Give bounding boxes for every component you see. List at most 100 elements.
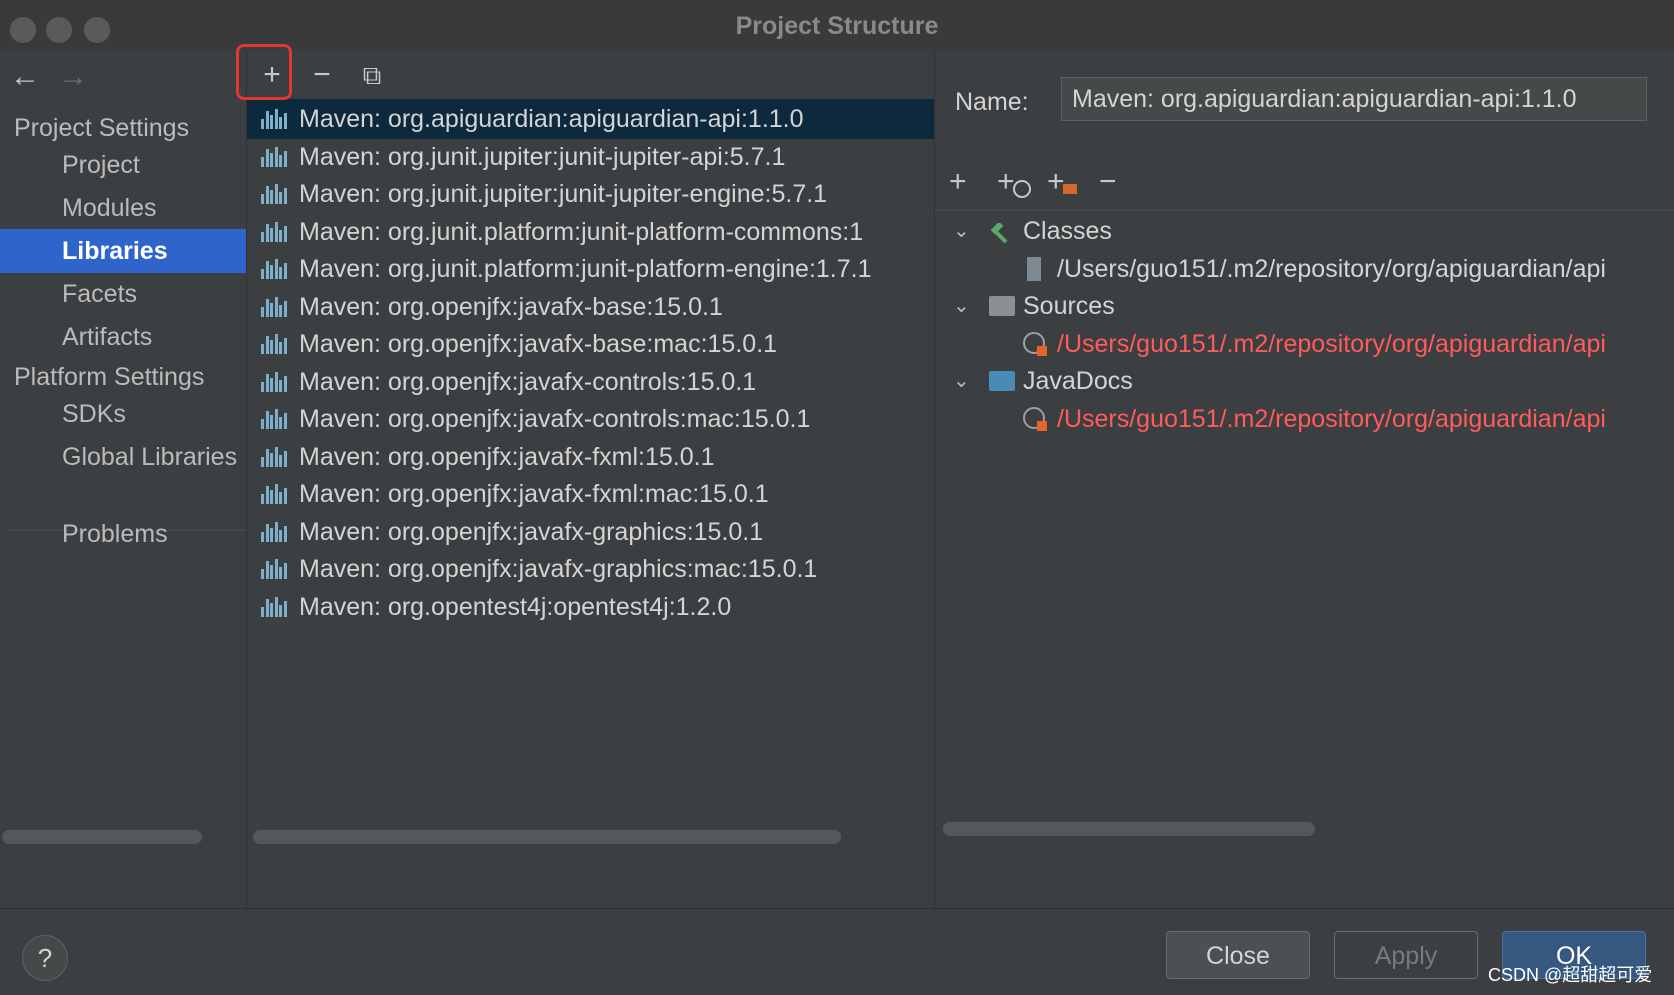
hammer-icon bbox=[987, 219, 1011, 244]
library-name: Maven: org.opentest4j:opentest4j:1.2.0 bbox=[299, 592, 732, 621]
sidebar-item-label: SDKs bbox=[62, 400, 126, 428]
settings-sidebar: ← → Project Settings Project Modules Lib… bbox=[0, 50, 247, 908]
jar-icon bbox=[1027, 257, 1041, 281]
chevron-down-icon[interactable]: ⌄ bbox=[953, 361, 970, 401]
library-row[interactable]: Maven: org.openjfx:javafx-fxml:15.0.1 bbox=[247, 437, 934, 477]
library-row[interactable]: Maven: org.openjfx:javafx-base:mac:15.0.… bbox=[247, 324, 934, 364]
tree-leaf-javadocs-path[interactable]: /Users/guo151/.m2/repository/org/apiguar… bbox=[935, 399, 1674, 439]
group-platform-settings: Platform Settings bbox=[14, 363, 205, 391]
sidebar-item-label: Project bbox=[62, 151, 140, 179]
library-icon bbox=[261, 521, 287, 542]
sidebar-item-global-libraries[interactable]: Global Libraries bbox=[0, 435, 246, 479]
library-row[interactable]: Maven: org.openjfx:javafx-controls:mac:1… bbox=[247, 399, 934, 439]
minus-icon: − bbox=[313, 58, 331, 91]
dialog-button-bar: ? Close Apply OK CSDN @超甜超可爱 bbox=[0, 908, 1674, 995]
add-url-button[interactable]: + bbox=[997, 162, 1031, 202]
close-button[interactable]: Close bbox=[1166, 931, 1310, 979]
sidebar-item-label: Artifacts bbox=[62, 323, 153, 351]
attach-icon bbox=[1063, 184, 1077, 194]
group-project-settings: Project Settings bbox=[14, 114, 190, 142]
tree-node-classes[interactable]: ⌄ Classes bbox=[935, 211, 1674, 251]
tree-leaf-sources-path[interactable]: /Users/guo151/.m2/repository/org/apiguar… bbox=[935, 324, 1674, 364]
watermark: CSDN @超甜超可爱 bbox=[1488, 965, 1653, 985]
library-detail-panel: Name: + + + − ⌄ Classes /Users/guo151/.m… bbox=[935, 50, 1674, 908]
sidebar-item-label: Libraries bbox=[62, 237, 168, 265]
window-title: Project Structure bbox=[735, 12, 939, 40]
sidebar-item-modules[interactable]: Modules bbox=[0, 186, 246, 230]
library-row[interactable]: Maven: org.opentest4j:opentest4j:1.2.0 bbox=[247, 587, 934, 627]
javadocs-path: /Users/guo151/.m2/repository/org/apiguar… bbox=[1057, 405, 1606, 433]
tree-node-label: Sources bbox=[1023, 292, 1115, 320]
library-icon bbox=[261, 221, 287, 242]
library-name-field[interactable] bbox=[1061, 77, 1647, 121]
sidebar-item-artifacts[interactable]: Artifacts bbox=[0, 315, 246, 359]
library-row[interactable]: Maven: org.openjfx:javafx-graphics:15.0.… bbox=[247, 512, 934, 552]
library-icon bbox=[261, 371, 287, 392]
help-button[interactable]: ? bbox=[22, 935, 68, 981]
library-icon bbox=[261, 446, 287, 467]
tree-leaf-classes-path[interactable]: /Users/guo151/.m2/repository/org/apiguar… bbox=[935, 249, 1674, 289]
library-row[interactable]: Maven: org.openjfx:javafx-controls:15.0.… bbox=[247, 362, 934, 402]
library-row[interactable]: Maven: org.junit.platform:junit-platform… bbox=[247, 249, 934, 289]
folder-icon bbox=[989, 296, 1015, 316]
tree-node-javadocs[interactable]: ⌄ JavaDocs bbox=[935, 361, 1674, 401]
apply-button[interactable]: Apply bbox=[1334, 931, 1478, 979]
library-icon bbox=[261, 484, 287, 504]
sidebar-scrollbar[interactable] bbox=[2, 830, 202, 844]
plus-icon: + bbox=[997, 165, 1015, 198]
library-name: Maven: org.junit.jupiter:junit-jupiter-e… bbox=[299, 180, 828, 208]
library-name: Maven: org.openjfx:javafx-base:15.0.1 bbox=[299, 292, 723, 321]
libraries-scrollbar[interactable] bbox=[253, 830, 841, 844]
error-badge-icon bbox=[1037, 421, 1047, 431]
sidebar-item-label: Modules bbox=[62, 194, 157, 222]
library-row[interactable]: Maven: org.openjfx:javafx-graphics:mac:1… bbox=[247, 549, 934, 589]
library-icon bbox=[261, 184, 287, 204]
library-name: Maven: org.openjfx:javafx-fxml:mac:15.0.… bbox=[299, 480, 769, 508]
library-name: Maven: org.junit.platform:junit-platform… bbox=[299, 255, 872, 283]
tree-node-label: JavaDocs bbox=[1023, 367, 1133, 395]
sidebar-item-libraries[interactable]: Libraries bbox=[0, 229, 246, 273]
remove-library-button[interactable]: − bbox=[297, 50, 347, 100]
error-badge-icon bbox=[1037, 346, 1047, 356]
library-icon bbox=[261, 559, 287, 579]
libraries-panel: + − ⧉ Maven: org.apiguardian:apiguardian… bbox=[247, 50, 935, 908]
sidebar-item-sdks[interactable]: SDKs bbox=[0, 392, 246, 436]
chevron-down-icon[interactable]: ⌄ bbox=[953, 211, 970, 251]
library-row[interactable]: Maven: org.junit.jupiter:junit-jupiter-e… bbox=[247, 174, 934, 214]
library-icon bbox=[261, 409, 287, 429]
library-icon bbox=[261, 146, 287, 167]
sidebar-item-project[interactable]: Project bbox=[0, 143, 246, 187]
chevron-down-icon[interactable]: ⌄ bbox=[953, 286, 970, 326]
sidebar-item-label: Global Libraries bbox=[62, 443, 238, 471]
tree-node-label: Classes bbox=[1023, 217, 1112, 245]
library-name: Maven: org.openjfx:javafx-graphics:mac:1… bbox=[299, 555, 818, 583]
sidebar-item-facets[interactable]: Facets bbox=[0, 272, 246, 316]
arrow-left-icon[interactable]: ← bbox=[10, 62, 40, 92]
library-row[interactable]: Maven: org.junit.jupiter:junit-jupiter-a… bbox=[247, 137, 934, 177]
add-button-highlight bbox=[236, 44, 292, 100]
library-name: Maven: org.apiguardian:apiguardian-api:1… bbox=[299, 105, 804, 133]
sidebar-item-label: Facets bbox=[62, 280, 138, 308]
arrow-right-icon[interactable]: → bbox=[58, 62, 88, 92]
library-name: Maven: org.openjfx:javafx-controls:mac:1… bbox=[299, 405, 811, 433]
add-root-button[interactable]: + bbox=[949, 162, 967, 202]
library-name: Maven: org.junit.jupiter:junit-jupiter-a… bbox=[299, 142, 786, 171]
javadoc-folder-icon bbox=[989, 371, 1015, 391]
library-name: Maven: org.openjfx:javafx-base:mac:15.0.… bbox=[299, 330, 778, 358]
library-icon bbox=[261, 109, 287, 129]
library-name: Maven: org.junit.platform:junit-platform… bbox=[299, 217, 864, 246]
sidebar-item-problems[interactable]: Problems bbox=[0, 512, 246, 556]
library-name: Maven: org.openjfx:javafx-fxml:15.0.1 bbox=[299, 442, 715, 471]
sources-path: /Users/guo151/.m2/repository/org/apiguar… bbox=[1057, 330, 1606, 358]
library-row[interactable]: Maven: org.apiguardian:apiguardian-api:1… bbox=[247, 99, 934, 139]
attach-button[interactable]: + bbox=[1047, 162, 1077, 202]
library-name: Maven: org.openjfx:javafx-controls:15.0.… bbox=[299, 367, 757, 396]
library-row[interactable]: Maven: org.openjfx:javafx-fxml:mac:15.0.… bbox=[247, 474, 934, 514]
tree-node-sources[interactable]: ⌄ Sources bbox=[935, 286, 1674, 326]
detail-scrollbar[interactable] bbox=[943, 822, 1315, 836]
remove-root-button[interactable]: − bbox=[1099, 162, 1117, 202]
library-row[interactable]: Maven: org.junit.platform:junit-platform… bbox=[247, 212, 934, 252]
copy-library-button[interactable]: ⧉ bbox=[347, 50, 397, 100]
minus-icon: − bbox=[1099, 165, 1117, 198]
library-row[interactable]: Maven: org.openjfx:javafx-base:15.0.1 bbox=[247, 287, 934, 327]
